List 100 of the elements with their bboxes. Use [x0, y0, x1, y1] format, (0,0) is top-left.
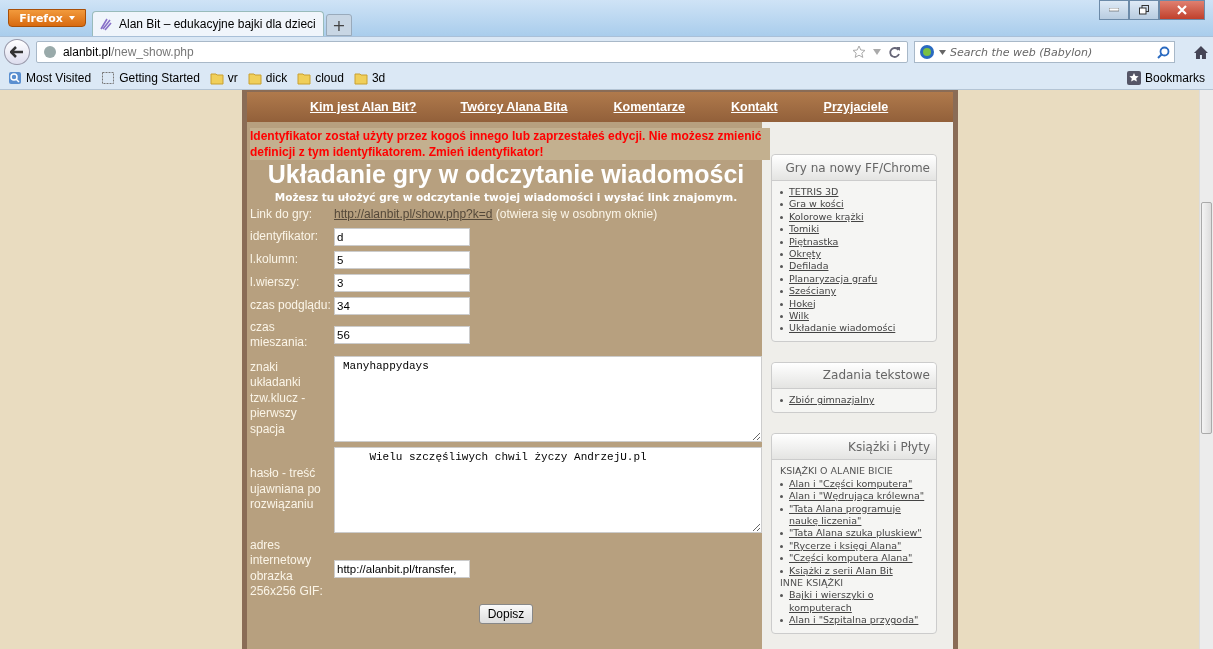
page-icon: [101, 71, 116, 85]
magnifier-icon: [8, 71, 22, 85]
reload-icon[interactable]: [887, 45, 901, 59]
bullet-icon: [780, 327, 783, 331]
sidebar-link[interactable]: Gra w kości: [789, 198, 844, 211]
bookmark-item[interactable]: Getting Started: [101, 71, 200, 85]
input-field[interactable]: http://alanbit.pl/transfer,: [334, 559, 470, 578]
nav-link[interactable]: Kim jest Alan Bit?: [310, 100, 417, 114]
sidebar-link[interactable]: Defilada: [789, 260, 829, 273]
nav-link[interactable]: Twórcy Alana Bita: [460, 100, 568, 114]
back-button[interactable]: [4, 39, 30, 65]
field-label: czas mieszania:: [250, 319, 309, 351]
sidebar-link[interactable]: Alan i "Wędrująca królewna": [789, 490, 925, 503]
folder-icon: [209, 71, 224, 85]
browser-tab[interactable]: Alan Bit – edukacyjne bajki dla dzieci: [92, 11, 324, 36]
sidebar-link[interactable]: Tomiki: [789, 223, 820, 236]
sidebar-link[interactable]: "Tata Alana programuje naukę liczenia": [789, 502, 928, 528]
panel-title: Książki i Płyty: [848, 439, 930, 454]
bullet-icon: [780, 191, 783, 194]
input-field[interactable]: 3: [334, 273, 470, 292]
bullet-icon: [780, 277, 783, 281]
bookmark-item[interactable]: dick: [247, 71, 288, 85]
home-icon[interactable]: [1193, 44, 1209, 60]
star-icon[interactable]: [851, 45, 866, 59]
bullet-icon: [780, 594, 783, 598]
submit-button[interactable]: Dopisz: [478, 603, 534, 624]
page-subtitle: Możesz tu ułożyć grę w odczytanie twojej wiadomości i wysłać link znajomym.: [273, 191, 739, 203]
sidebar-link[interactable]: Piętnastka: [789, 235, 839, 249]
list-heading: INNE KSIĄŻKI: [780, 576, 845, 590]
field-label: adres internetowy obrazka 256x256 GIF:: [250, 537, 324, 600]
bullet-icon: [780, 240, 783, 244]
sidebar-link[interactable]: Alan i "Części komputera": [789, 477, 913, 491]
sidebar-link[interactable]: "Części komputera Alana": [789, 552, 913, 565]
bullet-icon: [780, 482, 783, 486]
close-icon: [1177, 5, 1187, 15]
field-label: czas podglądu:: [250, 297, 332, 314]
bookmark-item[interactable]: cloud: [297, 71, 344, 85]
sidebar-link[interactable]: Sześciany: [789, 285, 837, 298]
folder-icon: [247, 71, 262, 85]
sidebar-link[interactable]: Alan i "Szpitalna przygoda": [789, 614, 919, 627]
minimize-icon: [1109, 8, 1119, 12]
sidebar-link[interactable]: "Tata Alana szuka pluskiew": [789, 527, 922, 540]
bullet-icon: [780, 228, 783, 232]
bookmark-item[interactable]: Most Visited: [8, 71, 92, 85]
field-label: l.wierszy:: [250, 274, 301, 291]
address-bar[interactable]: alanbit.pl/new_show.php: [35, 41, 908, 63]
dropdown-icon[interactable]: [938, 49, 946, 55]
field-label: znaki układanki tzw.klucz - pierwszy spacja: [250, 359, 307, 438]
back-arrow-icon: [9, 46, 24, 58]
sidebar-link[interactable]: Wilk: [789, 310, 809, 323]
nav-link[interactable]: Przyjaciele: [823, 100, 889, 114]
sidebar-link[interactable]: Zbiór gimnazjalny: [789, 393, 875, 407]
sidebar-link[interactable]: Okręty: [789, 248, 822, 261]
field-label: Link do gry:: [250, 207, 314, 223]
bullet-icon: [780, 203, 783, 207]
restore-button[interactable]: [1129, 0, 1159, 20]
scrollbar[interactable]: [1199, 90, 1213, 649]
bookmarks-menu[interactable]: Bookmarks: [1126, 71, 1205, 85]
input-field[interactable]: 34: [334, 296, 470, 315]
bullet-icon: [780, 290, 783, 294]
bullet-icon: [780, 557, 783, 561]
bullet-icon: [780, 569, 783, 573]
bullet-icon: [780, 532, 783, 536]
nav-link[interactable]: Komentarze: [613, 100, 686, 114]
sidebar-link[interactable]: Książki z serii Alan Bit: [789, 564, 893, 577]
sidebar-link[interactable]: Kolorowe krążki: [789, 210, 864, 224]
sidebar-link[interactable]: Hokej: [789, 297, 816, 311]
input-field[interactable]: 56: [334, 326, 470, 344]
input-field[interactable]: d: [334, 227, 470, 246]
game-link[interactable]: http://alanbit.pl/show.php?k=d: [334, 207, 493, 221]
search-field[interactable]: Search the web (Babylon): [913, 41, 1176, 63]
sidebar-link[interactable]: Planaryzacja grafu: [789, 272, 878, 286]
bullet-icon: [780, 265, 783, 269]
folder-icon: [353, 71, 368, 85]
bookmark-item[interactable]: 3d: [353, 71, 386, 85]
bullet-icon: [780, 315, 783, 319]
bullet-icon: [780, 544, 783, 548]
bullet-icon: [780, 619, 783, 623]
sidebar-link[interactable]: Bajki i wierszyki o komputerach: [789, 589, 928, 615]
text-area[interactable]: Manyhappydays: [334, 355, 762, 442]
input-field[interactable]: 5: [334, 250, 470, 269]
link-description: http://alanbit.pl/show.php?k=d (otwiera się w osobnym oknie): [334, 207, 659, 223]
bullet-icon: [780, 302, 783, 306]
sidebar-link[interactable]: "Rycerze i księgi Alana": [789, 539, 902, 553]
close-button[interactable]: [1159, 0, 1205, 20]
new-tab-button[interactable]: +: [326, 14, 352, 36]
bullet-icon: [780, 398, 783, 402]
panel-title: Zadania tekstowe: [822, 368, 930, 383]
sidebar-link[interactable]: Układanie wiadomości: [789, 322, 896, 335]
scrollbar-thumb[interactable]: [1201, 202, 1212, 434]
bookmark-item[interactable]: vr: [209, 71, 238, 85]
site-logo-icon: [99, 17, 113, 31]
restore-icon: [1139, 5, 1149, 15]
nav-link[interactable]: Kontakt: [731, 100, 778, 114]
search-icon[interactable]: [1157, 45, 1171, 59]
text-area[interactable]: Wielu szczęśliwych chwil życzy AndrzejU.pl: [334, 446, 762, 533]
error-message: Identyfikator został użyty przez kogoś innego lub zaprzestałeś edycji. Nie możesz zmienić definicji z tym identyfikatorem. Zmień identyfikator!: [250, 128, 770, 160]
sidebar-link[interactable]: TETRIS 3D: [789, 186, 839, 199]
list-heading: KSIĄŻKI O ALANIE BICIE: [780, 465, 894, 478]
bullet-icon: [780, 253, 783, 257]
